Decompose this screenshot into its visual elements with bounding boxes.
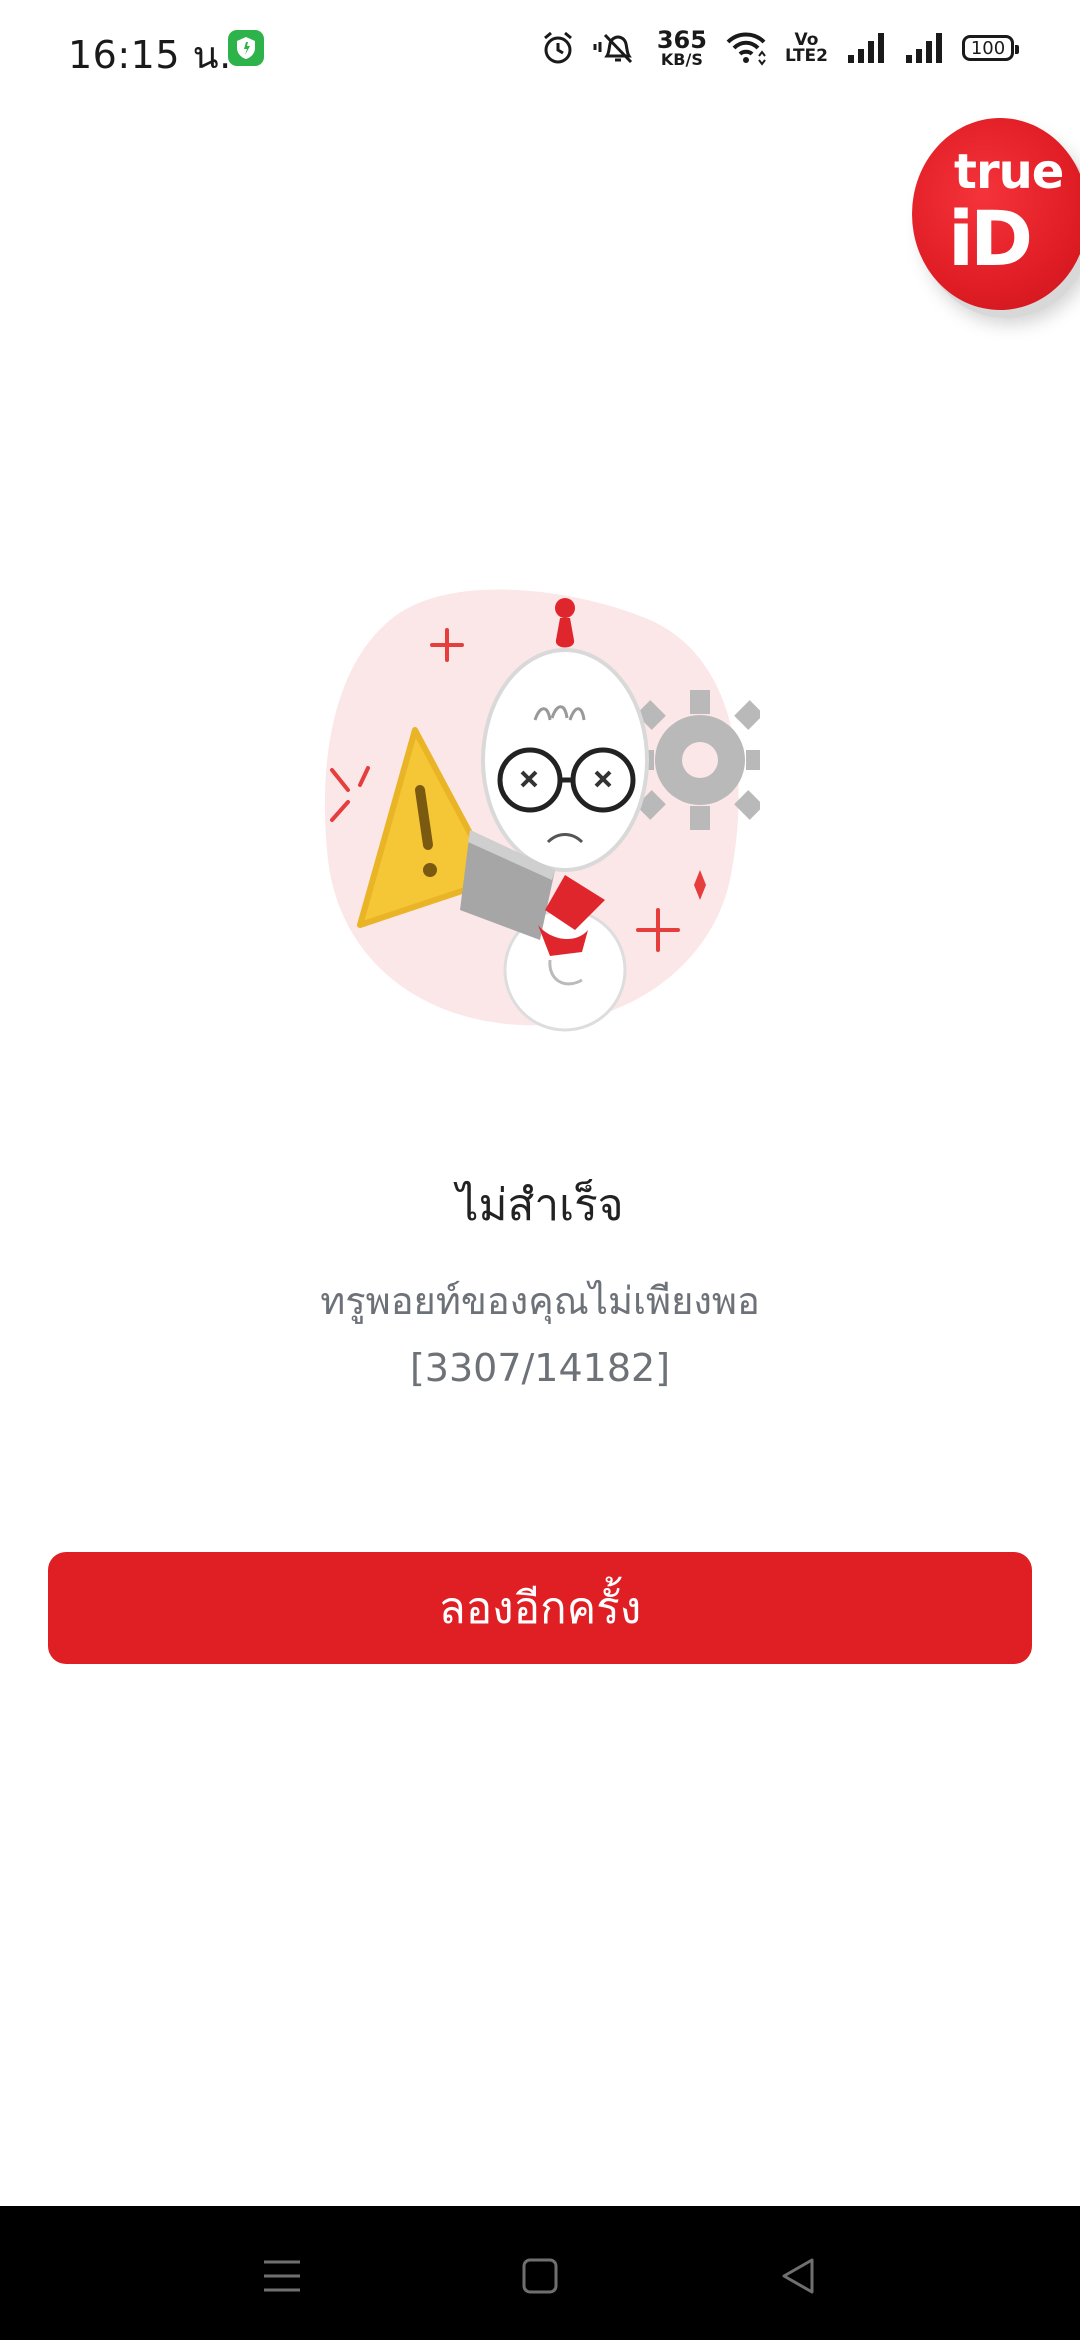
- error-illustration: [324, 589, 760, 1032]
- menu-icon[interactable]: [252, 2246, 312, 2306]
- logo-line2: iD: [948, 194, 1033, 283]
- battery-level: 100: [970, 37, 1006, 59]
- status-time: 16:15 น.: [68, 33, 232, 77]
- navigation-bar: [0, 2206, 1080, 2340]
- battery-indicator: 100: [962, 35, 1019, 61]
- signal-icon: [848, 33, 884, 63]
- trueid-logo[interactable]: true iD: [912, 118, 1080, 310]
- volte-indicator: Vo LTE2: [784, 31, 828, 66]
- network-speed-unit: KB/S: [660, 50, 703, 69]
- status-bar: 16:15 น. 365 KB/S Vo LTE2 100: [0, 0, 1080, 96]
- signal-icon: [906, 33, 942, 63]
- alarm-icon: [543, 31, 572, 64]
- network-speed-value: 365: [656, 26, 707, 54]
- network-speed: 365 KB/S: [657, 28, 707, 68]
- error-message: ทรูพอยท์ของคุณไม่เพียงพอ: [320, 1279, 760, 1323]
- retry-button[interactable]: ลองอีกครั้ง: [48, 1552, 1032, 1664]
- wifi-icon: [726, 32, 766, 66]
- back-icon[interactable]: [768, 2246, 828, 2306]
- error-code: [3307/14182]: [409, 1346, 671, 1390]
- volte-bottom: LTE2: [784, 46, 828, 66]
- logo-line1: true: [954, 144, 1064, 200]
- home-icon[interactable]: [510, 2246, 570, 2306]
- shield-app-icon: [228, 30, 264, 66]
- muted-bell-icon: [593, 33, 632, 64]
- error-title: ไม่สำเร็จ: [456, 1180, 624, 1231]
- gear-icon: [630, 690, 760, 830]
